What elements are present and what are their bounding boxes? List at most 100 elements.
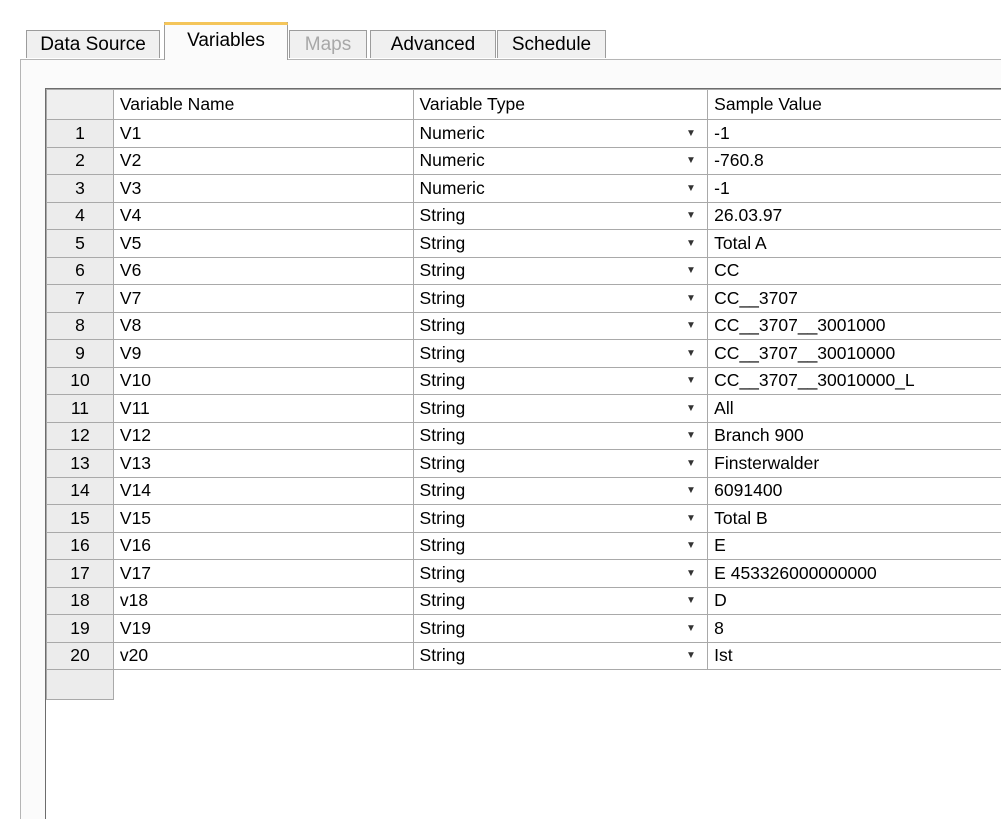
row-number[interactable]: 19 — [47, 615, 114, 643]
row-number[interactable]: 6 — [47, 257, 114, 285]
variable-type-dropdown-button[interactable]: ▼ — [675, 257, 708, 285]
row-number[interactable]: 14 — [47, 477, 114, 505]
variable-type-dropdown-button[interactable]: ▼ — [675, 450, 708, 478]
row-number[interactable]: 17 — [47, 560, 114, 588]
variable-name-cell[interactable]: V8 — [113, 312, 413, 340]
variable-type-cell[interactable]: String — [413, 532, 675, 560]
variable-name-cell[interactable]: v20 — [113, 642, 413, 670]
variable-name-cell[interactable]: V7 — [113, 285, 413, 313]
sample-value-cell[interactable]: E — [708, 532, 1001, 560]
row-number[interactable]: 7 — [47, 285, 114, 313]
variable-type-cell[interactable]: String — [413, 367, 675, 395]
variable-name-cell[interactable]: V10 — [113, 367, 413, 395]
sample-value-cell[interactable]: CC__3707__3001000 — [708, 312, 1001, 340]
variable-type-dropdown-button[interactable]: ▼ — [675, 615, 708, 643]
row-number[interactable]: 8 — [47, 312, 114, 340]
variable-type-cell[interactable]: String — [413, 505, 675, 533]
variable-type-cell[interactable]: String — [413, 340, 675, 368]
variable-name-cell[interactable]: V1 — [113, 120, 413, 148]
variable-type-dropdown-button[interactable]: ▼ — [675, 147, 708, 175]
row-number[interactable]: 9 — [47, 340, 114, 368]
variable-name-cell[interactable]: V15 — [113, 505, 413, 533]
variable-type-dropdown-button[interactable]: ▼ — [675, 560, 708, 588]
variable-type-dropdown-button[interactable]: ▼ — [675, 477, 708, 505]
row-number[interactable]: 4 — [47, 202, 114, 230]
tab-data-source[interactable]: Data Source — [26, 30, 160, 58]
sample-value-cell[interactable]: 8 — [708, 615, 1001, 643]
sample-value-cell[interactable]: CC__3707 — [708, 285, 1001, 313]
row-number[interactable]: 2 — [47, 147, 114, 175]
row-number[interactable]: 3 — [47, 175, 114, 203]
variable-name-cell[interactable]: v18 — [113, 587, 413, 615]
variable-type-dropdown-button[interactable]: ▼ — [675, 312, 708, 340]
variable-name-cell[interactable]: V6 — [113, 257, 413, 285]
variable-type-cell[interactable]: String — [413, 615, 675, 643]
variable-type-cell[interactable]: String — [413, 422, 675, 450]
sample-value-cell[interactable]: CC__3707__30010000_L — [708, 367, 1001, 395]
row-number[interactable]: 13 — [47, 450, 114, 478]
variable-type-dropdown-button[interactable]: ▼ — [675, 642, 708, 670]
sample-value-cell[interactable]: 26.03.97 — [708, 202, 1001, 230]
row-number[interactable]: 12 — [47, 422, 114, 450]
variable-type-dropdown-button[interactable]: ▼ — [675, 505, 708, 533]
variable-type-cell[interactable]: String — [413, 560, 675, 588]
variable-name-cell[interactable]: V11 — [113, 395, 413, 423]
sample-value-cell[interactable]: E 453326000000000 — [708, 560, 1001, 588]
variable-type-cell[interactable]: String — [413, 257, 675, 285]
sample-value-cell[interactable]: -1 — [708, 120, 1001, 148]
row-number[interactable]: 16 — [47, 532, 114, 560]
variable-type-dropdown-button[interactable]: ▼ — [675, 340, 708, 368]
grid-corner-cell[interactable] — [47, 90, 114, 120]
sample-value-cell[interactable]: CC — [708, 257, 1001, 285]
variable-type-cell[interactable]: String — [413, 642, 675, 670]
variable-name-cell[interactable]: V5 — [113, 230, 413, 258]
variable-name-cell[interactable]: V4 — [113, 202, 413, 230]
sample-value-cell[interactable]: -760.8 — [708, 147, 1001, 175]
variable-type-cell[interactable]: Numeric — [413, 120, 675, 148]
variable-type-dropdown-button[interactable]: ▼ — [675, 175, 708, 203]
variable-type-dropdown-button[interactable]: ▼ — [675, 422, 708, 450]
sample-value-cell[interactable]: Total B — [708, 505, 1001, 533]
column-header-sample-value[interactable]: Sample Value — [708, 90, 1001, 120]
variable-name-cell[interactable]: V19 — [113, 615, 413, 643]
new-row-header[interactable] — [47, 670, 114, 700]
variable-type-dropdown-button[interactable]: ▼ — [675, 395, 708, 423]
sample-value-cell[interactable]: Ist — [708, 642, 1001, 670]
variable-type-cell[interactable]: String — [413, 587, 675, 615]
row-number[interactable]: 5 — [47, 230, 114, 258]
variable-name-cell[interactable]: V12 — [113, 422, 413, 450]
variable-type-dropdown-button[interactable]: ▼ — [675, 230, 708, 258]
variable-type-dropdown-button[interactable]: ▼ — [675, 120, 708, 148]
row-number[interactable]: 18 — [47, 587, 114, 615]
variable-type-cell[interactable]: String — [413, 312, 675, 340]
row-number[interactable]: 15 — [47, 505, 114, 533]
variable-name-cell[interactable]: V13 — [113, 450, 413, 478]
variable-type-cell[interactable]: Numeric — [413, 175, 675, 203]
sample-value-cell[interactable]: Finsterwalder — [708, 450, 1001, 478]
variable-name-cell[interactable]: V9 — [113, 340, 413, 368]
sample-value-cell[interactable]: All — [708, 395, 1001, 423]
new-row[interactable] — [47, 670, 1001, 700]
sample-value-cell[interactable]: -1 — [708, 175, 1001, 203]
sample-value-cell[interactable]: Total A — [708, 230, 1001, 258]
variable-type-dropdown-button[interactable]: ▼ — [675, 587, 708, 615]
variable-name-cell[interactable]: V3 — [113, 175, 413, 203]
sample-value-cell[interactable]: D — [708, 587, 1001, 615]
sample-value-cell[interactable]: CC__3707__30010000 — [708, 340, 1001, 368]
row-number[interactable]: 11 — [47, 395, 114, 423]
variable-name-cell[interactable]: V16 — [113, 532, 413, 560]
variable-type-cell[interactable]: String — [413, 395, 675, 423]
column-header-variable-type[interactable]: Variable Type — [413, 90, 708, 120]
variable-type-cell[interactable]: String — [413, 285, 675, 313]
variable-name-cell[interactable]: V14 — [113, 477, 413, 505]
tab-advanced[interactable]: Advanced — [370, 30, 496, 58]
variable-type-cell[interactable]: String — [413, 202, 675, 230]
variable-type-cell[interactable]: String — [413, 477, 675, 505]
variable-type-dropdown-button[interactable]: ▼ — [675, 285, 708, 313]
variable-name-cell[interactable]: V17 — [113, 560, 413, 588]
row-number[interactable]: 10 — [47, 367, 114, 395]
tab-schedule[interactable]: Schedule — [497, 30, 606, 58]
variable-name-cell[interactable]: V2 — [113, 147, 413, 175]
row-number[interactable]: 1 — [47, 120, 114, 148]
tab-variables[interactable]: Variables — [164, 22, 288, 60]
